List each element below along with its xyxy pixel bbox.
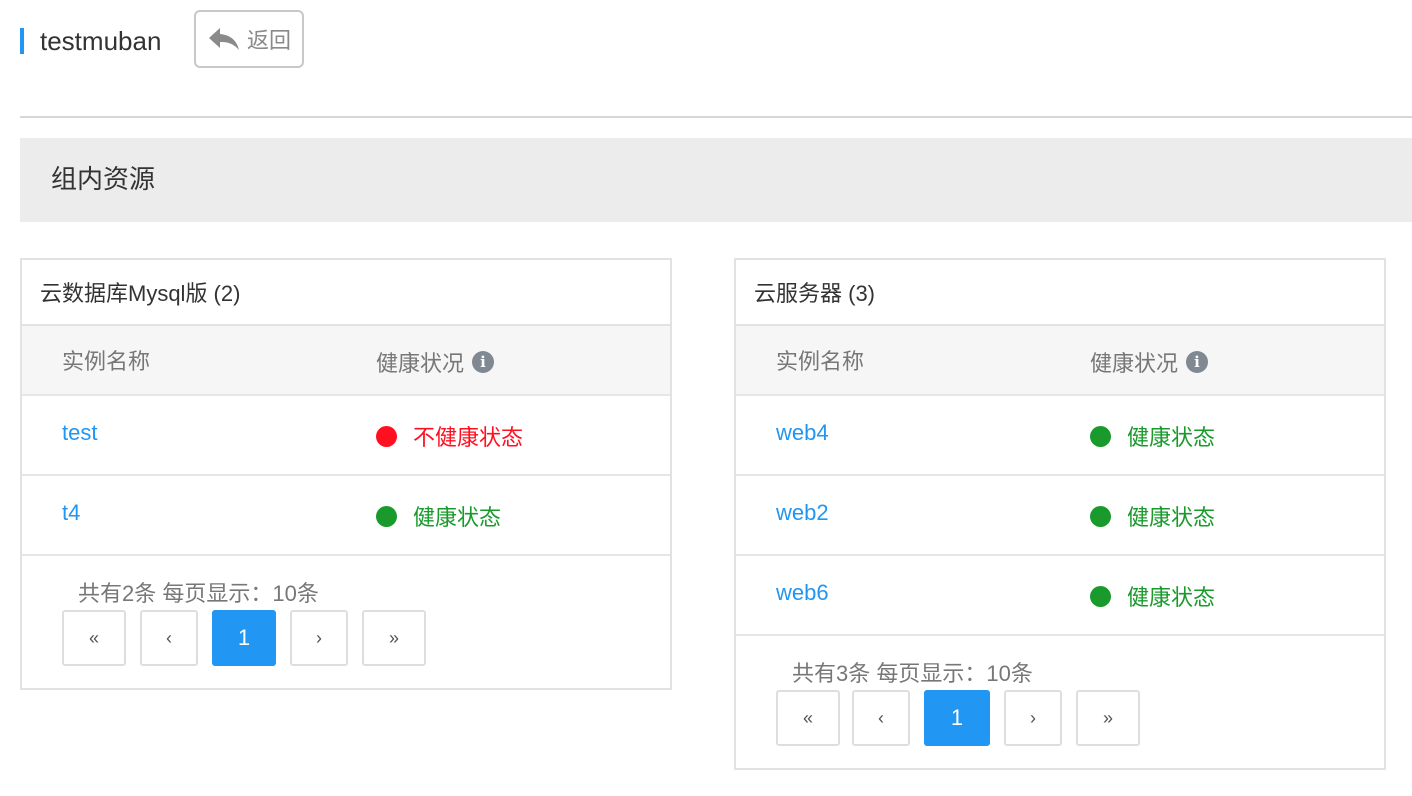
pagination-summary: 共有3条 每页显示：10条: [792, 661, 1033, 686]
column-header-health: 健康状况: [1090, 351, 1179, 376]
health-status: 健康状态: [1090, 500, 1215, 532]
health-status-text: 健康状态: [413, 505, 502, 530]
reply-arrow-icon: [208, 28, 239, 50]
health-status: 健康状态: [1090, 580, 1215, 612]
next-page-button[interactable]: ›: [1004, 690, 1062, 746]
resource-card-mysql: 云数据库Mysql版 (2) 实例名称 健康状况 i test 不健康状态 t4…: [20, 258, 672, 690]
status-dot-icon: [1090, 505, 1111, 527]
column-header-name: 实例名称: [776, 349, 865, 374]
health-status: 健康状态: [376, 500, 501, 532]
table-header: 实例名称 健康状况 i: [22, 326, 670, 396]
status-dot-icon: [1090, 425, 1111, 447]
health-status-text: 健康状态: [1127, 585, 1216, 610]
instance-name-link[interactable]: web2: [776, 500, 829, 526]
table-row: test 不健康状态: [22, 396, 670, 476]
page-1-button[interactable]: 1: [924, 690, 990, 746]
table-row: web2 健康状态: [736, 476, 1384, 556]
table-header: 实例名称 健康状况 i: [736, 326, 1384, 396]
instance-name-link[interactable]: web6: [776, 580, 829, 606]
health-status: 不健康状态: [376, 420, 523, 452]
instance-name-link[interactable]: web4: [776, 420, 829, 446]
header-divider: [20, 116, 1412, 118]
table-row: web6 健康状态: [736, 556, 1384, 636]
pagination-summary: 共有2条 每页显示：10条: [78, 581, 319, 606]
column-header-health-wrap: 健康状况 i: [1090, 346, 1209, 378]
title-accent-bar: [20, 28, 24, 54]
first-page-button[interactable]: «: [62, 610, 126, 666]
health-status-text: 健康状态: [1127, 505, 1216, 530]
info-icon[interactable]: i: [1186, 351, 1209, 373]
back-button-label: 返回: [246, 28, 291, 53]
status-dot-icon: [1090, 585, 1111, 607]
next-page-button[interactable]: ›: [290, 610, 348, 666]
card-title: 云数据库Mysql版 (2): [22, 260, 670, 326]
page-1-button[interactable]: 1: [212, 610, 276, 666]
column-header-health: 健康状况: [376, 351, 465, 376]
last-page-button[interactable]: »: [1076, 690, 1140, 746]
health-status: 健康状态: [1090, 420, 1215, 452]
health-status-text: 不健康状态: [413, 425, 524, 450]
first-page-button[interactable]: «: [776, 690, 840, 746]
status-dot-icon: [376, 425, 397, 447]
back-button[interactable]: 返回: [194, 10, 304, 68]
prev-page-button[interactable]: ‹: [852, 690, 910, 746]
table-row: web4 健康状态: [736, 396, 1384, 476]
card-title: 云服务器 (3): [736, 260, 1384, 326]
column-header-health-wrap: 健康状况 i: [376, 346, 495, 378]
health-status-text: 健康状态: [1127, 425, 1216, 450]
prev-page-button[interactable]: ‹: [140, 610, 198, 666]
table-row: t4 健康状态: [22, 476, 670, 556]
section-title: 组内资源: [51, 164, 156, 194]
column-header-name: 实例名称: [62, 349, 151, 374]
page-header: testmuban 返回: [20, 10, 620, 70]
status-dot-icon: [376, 505, 397, 527]
section-header: 组内资源: [20, 138, 1412, 222]
instance-name-link[interactable]: test: [62, 420, 97, 446]
info-icon[interactable]: i: [472, 351, 495, 373]
instance-name-link[interactable]: t4: [62, 500, 80, 526]
last-page-button[interactable]: »: [362, 610, 426, 666]
page-title: testmuban: [40, 26, 162, 56]
resource-card-cvm: 云服务器 (3) 实例名称 健康状况 i web4 健康状态 web2 健康状态…: [734, 258, 1386, 770]
